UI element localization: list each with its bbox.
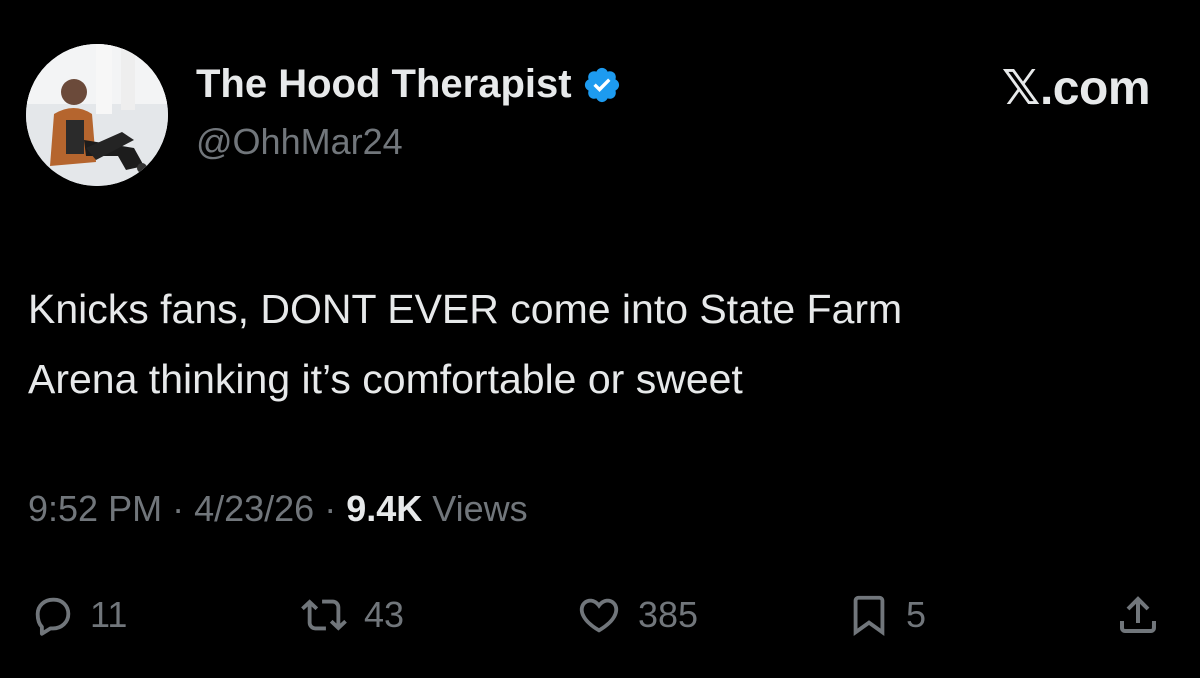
views-label: Views — [422, 488, 528, 529]
tweet-text-line: Knicks fans, DONT EVER come into State F… — [28, 286, 903, 332]
verified-badge-icon — [582, 65, 622, 105]
repost-count: 43 — [364, 594, 405, 635]
like-button[interactable]: 385 — [574, 590, 698, 640]
repost-icon — [298, 592, 350, 638]
share-icon — [1114, 591, 1162, 639]
share-button[interactable] — [1114, 590, 1162, 640]
author-handle[interactable]: @OhhMar24 — [196, 121, 403, 163]
tweet-date[interactable]: 4/23/26 — [194, 488, 314, 529]
author-name-text[interactable]: The Hood Therapist — [196, 62, 572, 107]
meta-separator: · — [162, 488, 195, 529]
bookmark-icon — [846, 592, 892, 638]
reply-count: 11 — [90, 594, 128, 635]
bookmark-count: 5 — [906, 594, 927, 635]
reply-icon — [30, 592, 76, 638]
bookmark-button[interactable]: 5 — [846, 590, 926, 640]
tweet-time[interactable]: 9:52 PM — [28, 488, 162, 529]
like-count: 385 — [638, 594, 699, 635]
repost-button[interactable]: 43 — [298, 590, 404, 640]
views-count: 9.4K — [346, 488, 423, 529]
heart-icon — [574, 592, 624, 638]
meta-separator: · — [314, 488, 347, 529]
tweet-meta: 9:52 PM · 4/23/26 · 9.4K Views — [28, 488, 528, 530]
tweet-text-line: Arena thinking it’s comfortable or sweet — [28, 356, 743, 402]
avatar[interactable] — [26, 44, 168, 186]
tweet-text: Knicks fans, DONT EVER come into State F… — [28, 274, 1168, 414]
x-brand-logo: 𝕏.com — [1001, 62, 1151, 115]
author-display-name[interactable]: The Hood Therapist — [196, 62, 622, 107]
reply-button[interactable]: 11 — [30, 590, 127, 640]
